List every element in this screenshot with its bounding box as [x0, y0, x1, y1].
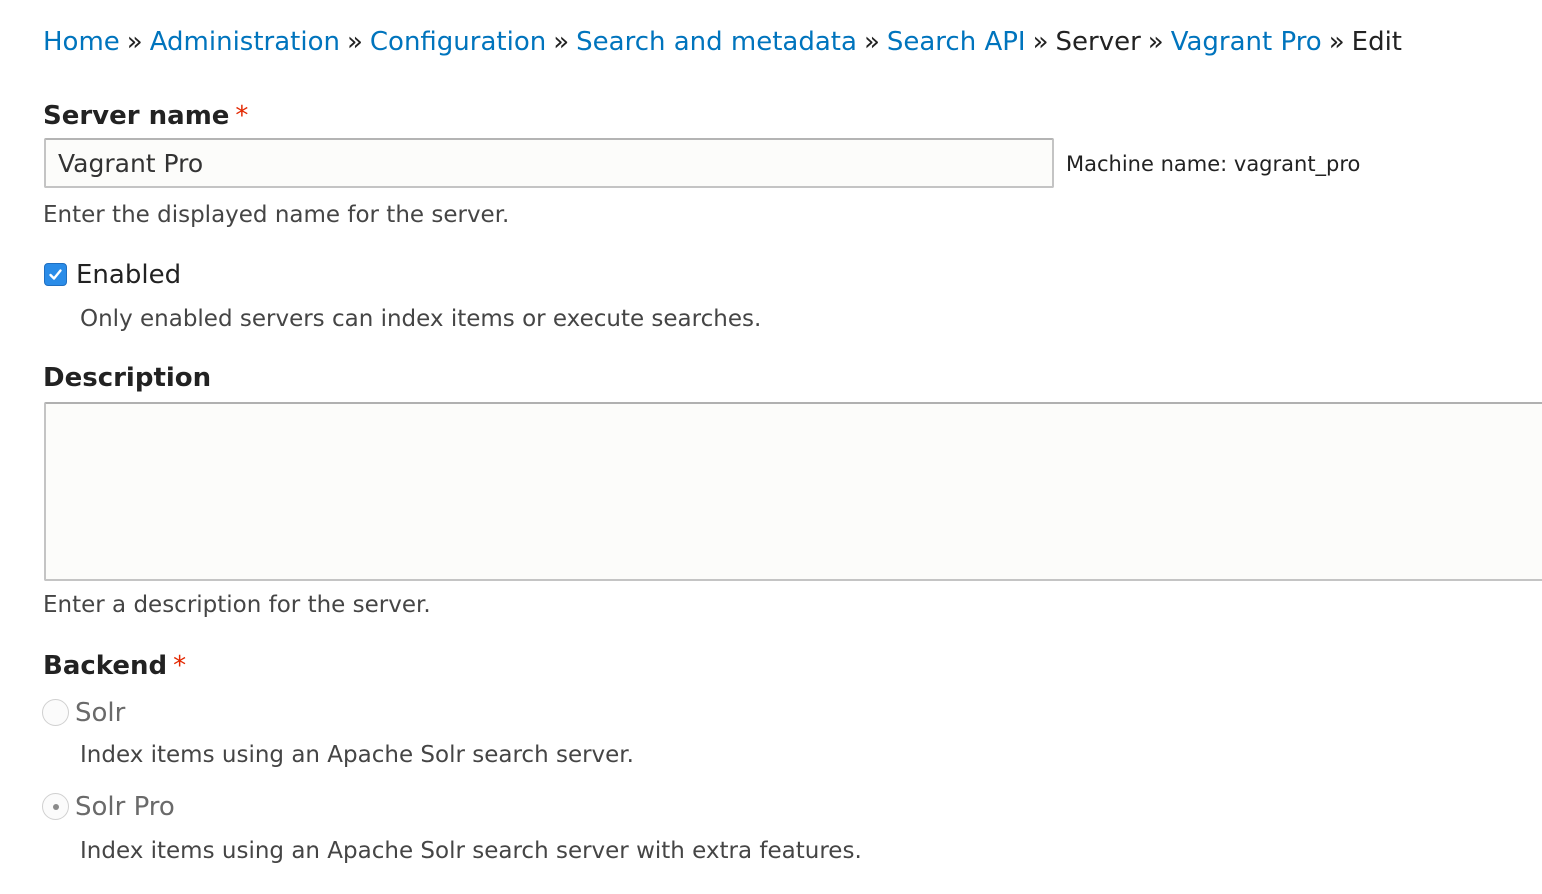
- description-help: Enter a description for the server.: [43, 592, 431, 618]
- breadcrumb-vagrant-pro[interactable]: Vagrant Pro: [1171, 27, 1322, 57]
- server-name-label-text: Server name: [43, 101, 230, 131]
- breadcrumb-separator: »: [346, 27, 363, 57]
- breadcrumb-search-and-metadata[interactable]: Search and metadata: [576, 27, 857, 57]
- breadcrumb-administration[interactable]: Administration: [150, 27, 340, 57]
- description-label: Description: [43, 363, 212, 393]
- enabled-label[interactable]: Enabled: [76, 258, 181, 292]
- breadcrumb: Home» Administration» Configuration» Search…: [43, 24, 1402, 60]
- breadcrumb-home[interactable]: Home: [43, 27, 120, 57]
- required-marker: *: [235, 101, 249, 131]
- breadcrumb-separator: »: [1147, 27, 1164, 57]
- breadcrumb-separator: »: [1328, 27, 1345, 57]
- breadcrumb-search-api[interactable]: Search API: [887, 27, 1026, 57]
- breadcrumb-separator: »: [1032, 27, 1049, 57]
- enabled-checkbox[interactable]: [44, 263, 67, 286]
- enabled-help: Only enabled servers can index items or …: [80, 306, 762, 332]
- backend-solr-pro-help: Index items using an Apache Solr search …: [80, 838, 862, 864]
- server-name-help: Enter the displayed name for the server.: [43, 202, 510, 228]
- breadcrumb-separator: »: [126, 27, 143, 57]
- description-textarea[interactable]: [44, 402, 1542, 581]
- breadcrumb-configuration[interactable]: Configuration: [370, 27, 546, 57]
- server-edit-form: Home» Administration» Configuration» Search…: [0, 0, 1542, 894]
- backend-solr-label[interactable]: Solr: [75, 696, 125, 730]
- server-name-input[interactable]: [44, 138, 1054, 188]
- required-marker: *: [173, 651, 187, 681]
- breadcrumb-separator: »: [863, 27, 880, 57]
- backend-solr-radio[interactable]: [42, 699, 69, 726]
- breadcrumb-edit: Edit: [1351, 27, 1402, 57]
- radio-selected-dot: [52, 803, 59, 810]
- backend-solr-pro-label[interactable]: Solr Pro: [75, 790, 175, 824]
- checkmark-icon: [49, 269, 62, 280]
- breadcrumb-server: Server: [1055, 27, 1141, 57]
- backend-solr-pro-radio[interactable]: [42, 793, 69, 820]
- backend-solr-help: Index items using an Apache Solr search …: [80, 742, 634, 768]
- server-name-label: Server name *: [43, 99, 248, 133]
- backend-label-text: Backend: [43, 651, 168, 681]
- machine-name[interactable]: Machine name: vagrant_pro: [1066, 149, 1360, 179]
- breadcrumb-separator: »: [553, 27, 570, 57]
- backend-label: Backend *: [43, 649, 186, 683]
